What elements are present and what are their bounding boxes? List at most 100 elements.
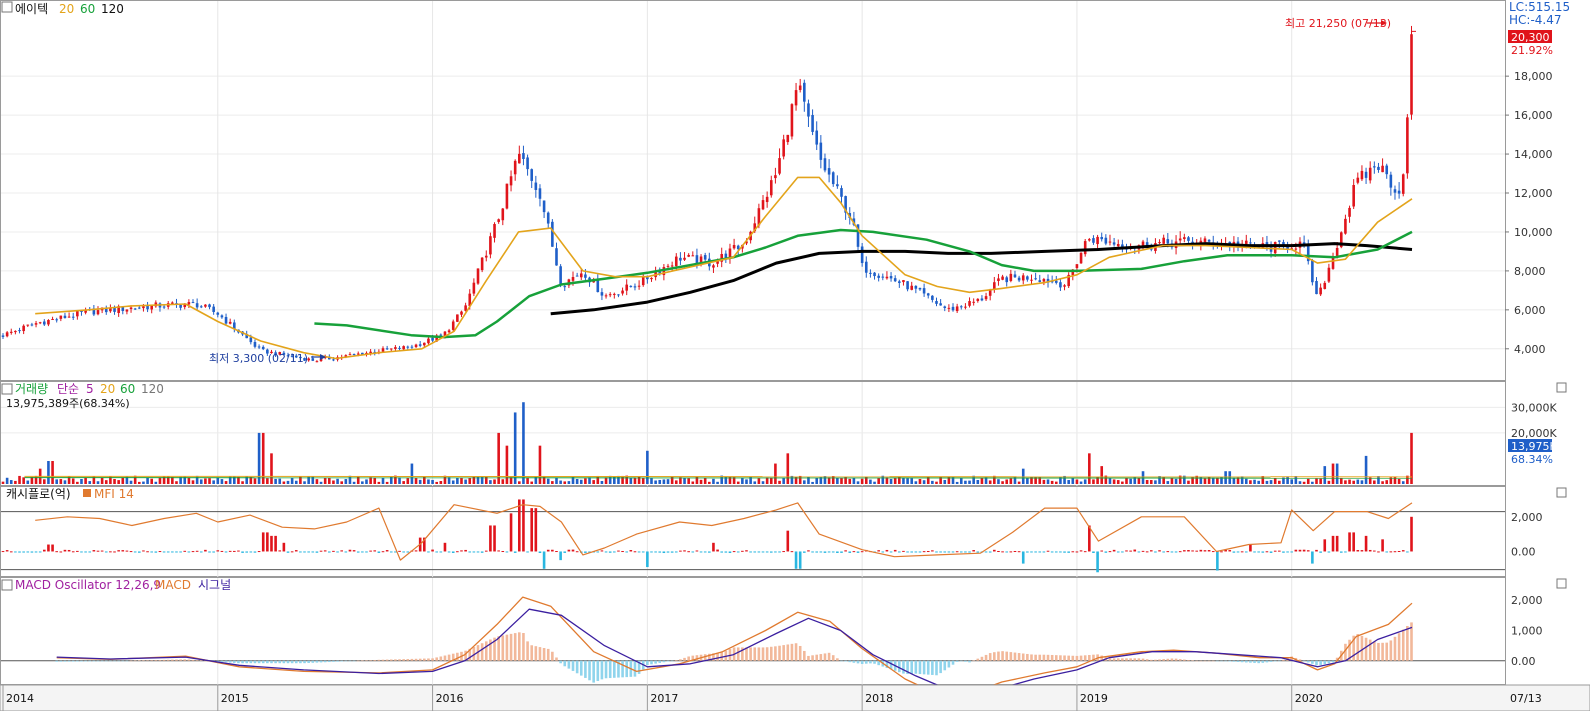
macd-oscillator-bar: [749, 647, 752, 661]
volume-bar: [1249, 480, 1252, 484]
cashflow-bar: [171, 551, 174, 553]
cashflow-bar: [1244, 551, 1248, 553]
volume-bar: [662, 479, 666, 484]
volume-bar: [100, 477, 104, 484]
candle-body: [819, 142, 823, 160]
cashflow-bar: [1302, 549, 1306, 552]
macd-oscillator-bar: [290, 660, 294, 664]
candle-body: [253, 341, 257, 347]
cashflow-bar: [435, 551, 439, 553]
volume-bar: [208, 478, 211, 484]
macd-oscillator-bar: [852, 660, 856, 663]
candle-body: [1026, 276, 1029, 280]
cashflow-bar: [501, 551, 505, 553]
macd-oscillator-bar: [121, 660, 125, 662]
cashflow-bar: [807, 550, 810, 552]
macd-oscillator-bar: [228, 660, 232, 663]
cashflow-bar: [154, 551, 158, 553]
cashflow-bar: [138, 551, 141, 553]
cashflow-bar: [803, 551, 806, 553]
volume-bar: [385, 481, 389, 484]
macd-oscillator-bar: [484, 641, 488, 661]
macd-oscillator-bar: [282, 660, 286, 664]
macd-oscillator-bar: [869, 660, 872, 664]
macd-oscillator-bar: [1059, 655, 1062, 661]
cashflow-bar: [311, 551, 315, 553]
cashflow-bar: [571, 549, 575, 552]
volume-bar: [856, 481, 860, 484]
macd-oscillator-bar: [959, 660, 963, 662]
candle-body: [914, 285, 918, 289]
candle-body: [501, 208, 505, 221]
macd-oscillator-bar: [997, 651, 1000, 661]
cashflow-bar: [860, 551, 864, 553]
candle-body: [1278, 240, 1281, 242]
volume-bar: [406, 478, 410, 484]
volume-bar: [456, 477, 459, 484]
cashflow-bar: [1050, 551, 1054, 553]
macd-oscillator-bar: [266, 660, 269, 664]
candle-body: [76, 311, 79, 317]
cashflow-bar: [604, 551, 608, 553]
volume-bar: [1319, 478, 1322, 484]
candle-body: [352, 353, 356, 355]
candle-body: [650, 277, 653, 280]
macd-oscillator-bar: [1368, 639, 1372, 661]
collapse-icon[interactable]: [1, 383, 13, 395]
macd-oscillator-bar: [1273, 660, 1277, 662]
cashflow-bar: [959, 551, 963, 553]
cashflow-bar: [662, 551, 666, 554]
cashflow-bar: [1240, 551, 1244, 553]
candle-body: [1368, 167, 1372, 181]
cashflow-bar: [88, 551, 92, 553]
cashflow-pane-menu-icon[interactable]: [1556, 487, 1567, 498]
cashflow-bar: [633, 551, 637, 553]
cashflow-bar: [972, 550, 975, 552]
cashflow-bar: [790, 551, 794, 553]
volume-bar: [877, 478, 880, 484]
volume-bar: [150, 478, 153, 484]
volume-bar: [270, 453, 273, 484]
cashflow-bar: [47, 544, 50, 552]
collapse-icon[interactable]: [1, 1, 13, 13]
macd-pane-menu-icon[interactable]: [1556, 578, 1567, 589]
cashflow-bar: [129, 551, 133, 553]
collapse-icon[interactable]: [1, 579, 13, 591]
macd-oscillator-bar: [1170, 658, 1174, 661]
candle-body: [604, 295, 608, 297]
macd-oscillator-bar: [1385, 642, 1389, 661]
cashflow-bar: [1232, 551, 1236, 553]
candle-body: [9, 331, 13, 333]
volume-pane-menu-icon[interactable]: [1556, 382, 1567, 393]
macd-oscillator-bar: [1149, 659, 1153, 661]
cashflow-bar: [666, 551, 670, 553]
cashflow-bar: [505, 551, 509, 553]
candle-body: [1054, 280, 1058, 283]
candle-body: [798, 85, 802, 90]
cashflow-bar: [195, 550, 199, 552]
volume-bar: [823, 476, 827, 484]
volume-bar: [1373, 480, 1376, 484]
macd-oscillator-bar: [1125, 658, 1128, 661]
volume-bar: [352, 481, 356, 484]
candle-body: [955, 306, 959, 312]
candle-body: [951, 306, 955, 311]
volume-bar: [1067, 480, 1070, 484]
volume-bar: [596, 475, 600, 484]
candle-body: [1158, 242, 1161, 244]
volume-bar: [1348, 479, 1351, 484]
candle-body: [980, 298, 984, 301]
volume-bar: [1203, 478, 1207, 484]
volume-bar: [410, 463, 414, 484]
volume-bar: [836, 477, 839, 484]
candle-body: [571, 277, 575, 281]
cashflow-bar: [650, 551, 653, 553]
cashflow-bar: [637, 551, 641, 553]
volume-bar: [319, 481, 323, 484]
cashflow-bar: [679, 550, 682, 552]
macd-oscillator-bar: [133, 660, 137, 662]
cashflow-bar: [352, 550, 356, 552]
volume-bar: [55, 479, 58, 484]
candle-body: [906, 281, 909, 290]
candle-body: [1017, 277, 1021, 281]
